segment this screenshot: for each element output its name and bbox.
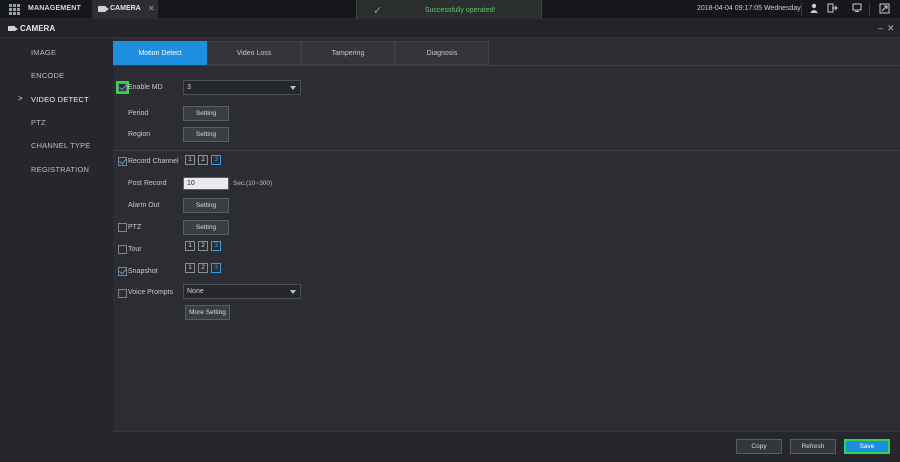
record-channel-2[interactable]: 2: [198, 155, 208, 165]
sidebar: IMAGE ENCODE > VIDEO DETECT PTZ CHANNEL …: [0, 38, 113, 462]
close-icon[interactable]: ✕: [887, 23, 895, 34]
export-icon[interactable]: [878, 3, 890, 15]
tour-channel-3[interactable]: 3: [211, 241, 221, 251]
more-setting-button[interactable]: More Setting: [185, 305, 230, 320]
post-record-input[interactable]: 10: [183, 177, 229, 190]
sidebar-item-registration[interactable]: REGISTRATION: [0, 158, 113, 181]
sidebar-item-label: IMAGE: [31, 48, 57, 57]
footer-bar: Copy Refresh Save: [113, 431, 900, 462]
tour-label: Tour: [128, 246, 142, 253]
section-header: CAMERA – ✕: [0, 19, 900, 38]
voice-prompts-label: Voice Prompts: [128, 289, 174, 296]
refresh-button[interactable]: Refresh: [790, 439, 836, 454]
enable-md-checkbox[interactable]: [118, 83, 127, 92]
monitor-icon[interactable]: [851, 3, 863, 15]
sidebar-item-label: PTZ: [31, 118, 46, 127]
voice-prompts-select[interactable]: None: [183, 284, 301, 299]
user-icon[interactable]: [808, 3, 820, 15]
tab-video-loss[interactable]: Video Loss: [207, 41, 301, 65]
logout-icon[interactable]: [827, 3, 839, 15]
record-channel-3[interactable]: 3: [211, 155, 221, 165]
channel-select[interactable]: 3: [183, 80, 301, 95]
snapshot-label: Snapshot: [128, 268, 158, 275]
management-tab[interactable]: MANAGEMENT: [28, 5, 81, 12]
record-channel-1[interactable]: 1: [185, 155, 195, 165]
toast-message: Successfully operated!: [425, 7, 496, 14]
tour-channel-2[interactable]: 2: [198, 241, 208, 251]
minimize-icon[interactable]: –: [878, 23, 883, 33]
snapshot-channel-2[interactable]: 2: [198, 263, 208, 273]
record-channel-checkbox[interactable]: [118, 157, 127, 166]
ptz-label: PTZ: [128, 224, 142, 231]
post-record-label: Post Record: [128, 180, 167, 187]
chevron-down-icon: [290, 86, 296, 90]
sidebar-item-ptz[interactable]: PTZ: [0, 111, 113, 134]
voice-prompts-checkbox[interactable]: [118, 289, 127, 298]
sidebar-item-encode[interactable]: ENCODE: [0, 64, 113, 87]
ptz-setting-button[interactable]: Setting: [183, 220, 229, 235]
separator: [801, 3, 802, 16]
camera-top-tab[interactable]: CAMERA ✕: [92, 0, 158, 19]
tour-channel-1[interactable]: 1: [185, 241, 195, 251]
tab-motion-detect[interactable]: Motion Detect: [113, 41, 207, 65]
alarm-out-setting-button[interactable]: Setting: [183, 198, 229, 213]
system-datetime: 2018-04-04 09:17:05 Wednesday: [697, 5, 801, 12]
enable-md-label: Enable MD: [128, 84, 163, 91]
divider: [113, 150, 900, 151]
alarm-out-label: Alarm Out: [128, 202, 160, 209]
snapshot-checkbox[interactable]: [118, 267, 127, 276]
sidebar-item-label: CHANNEL TYPE: [31, 141, 91, 150]
tour-checkbox[interactable]: [118, 245, 127, 254]
tab-diagnosis[interactable]: Diagnosis: [395, 41, 489, 65]
checkmark-icon: ✓: [373, 5, 383, 17]
region-setting-button[interactable]: Setting: [183, 127, 229, 142]
post-record-hint: Sec.(10~300): [233, 180, 273, 187]
main-menu-grid-icon[interactable]: [9, 4, 20, 15]
ptz-checkbox[interactable]: [118, 223, 127, 232]
sidebar-item-image[interactable]: IMAGE: [0, 41, 113, 64]
period-setting-button[interactable]: Setting: [183, 106, 229, 121]
chevron-down-icon: [290, 290, 296, 294]
channel-select-value: 3: [187, 84, 191, 91]
sidebar-item-video-detect[interactable]: > VIDEO DETECT: [0, 88, 113, 111]
camera-icon: [8, 26, 18, 31]
section-title: CAMERA: [20, 24, 56, 33]
content-panel: Motion Detect Video Loss Tampering Diagn…: [113, 38, 900, 462]
camera-top-tab-label: CAMERA: [110, 5, 141, 12]
sidebar-item-channel-type[interactable]: CHANNEL TYPE: [0, 134, 113, 157]
record-channel-label: Record Channel: [128, 158, 179, 165]
region-label: Region: [128, 131, 151, 138]
camera-icon: [98, 6, 109, 12]
period-label: Period: [128, 110, 149, 117]
tab-tampering[interactable]: Tampering: [301, 41, 395, 65]
sidebar-item-label: VIDEO DETECT: [31, 95, 89, 104]
tab-divider: [113, 65, 900, 66]
sidebar-item-label: ENCODE: [31, 71, 65, 80]
voice-prompts-select-value: None: [187, 288, 204, 295]
close-tab-icon[interactable]: ✕: [148, 4, 155, 13]
separator: [869, 3, 870, 16]
save-button[interactable]: Save: [844, 439, 890, 454]
sidebar-item-label: REGISTRATION: [31, 165, 90, 174]
snapshot-channel-1[interactable]: 1: [185, 263, 195, 273]
copy-button[interactable]: Copy: [736, 439, 782, 454]
snapshot-channel-3[interactable]: 3: [211, 263, 221, 273]
chevron-right-icon: >: [18, 94, 23, 103]
